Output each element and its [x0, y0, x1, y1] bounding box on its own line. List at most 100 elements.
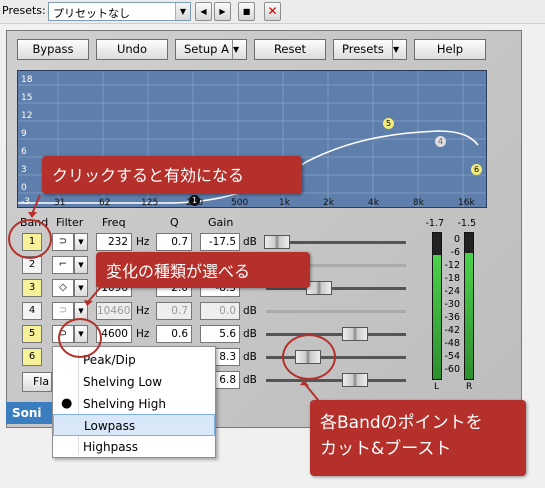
left-channel-label: L	[434, 382, 440, 392]
db-label: 9	[21, 129, 27, 139]
band-point-5[interactable]: 5	[383, 118, 394, 129]
q-field[interactable]: 0.7	[156, 233, 192, 251]
gain-slider-knob[interactable]	[342, 327, 368, 341]
meter-scale-label: -18	[444, 273, 460, 284]
delete-preset-button[interactable]: ✕	[264, 2, 281, 21]
reset-button[interactable]: Reset	[254, 39, 326, 60]
shelving-low-filter-icon: ⊃	[52, 302, 74, 320]
preset-value: プリセットなし	[53, 7, 130, 20]
close-icon: ✕	[267, 4, 278, 18]
flat-button-label: Fla	[33, 375, 50, 388]
presets-menu-button[interactable]: Presets ▼	[333, 39, 407, 60]
band-toggle-6[interactable]: 6	[22, 348, 42, 366]
q-field[interactable]: 0.7	[156, 302, 192, 320]
gain-field[interactable]: -17.5	[200, 233, 240, 251]
gain-slider-track[interactable]	[266, 310, 406, 313]
eq-plugin-window: Presets: プリセットなし ▼ ◀ ▶ ■ ✕ Bypass Undo S…	[0, 0, 545, 488]
presets-label: Presets:	[2, 4, 46, 17]
presets-menu-label: Presets	[342, 42, 384, 56]
band-toggle-3[interactable]: 3	[22, 279, 42, 297]
left-peak-readout: -1.7	[425, 218, 444, 229]
menu-item-label: Shelving Low	[83, 375, 163, 389]
db-label: -3	[21, 197, 30, 207]
menu-item-highpass[interactable]: Highpass	[53, 436, 215, 458]
freq-label: 125	[141, 198, 159, 208]
brand-strip: Soni	[6, 402, 56, 424]
menu-item-shelving-low[interactable]: Shelving Low	[53, 371, 215, 393]
chevron-down-icon[interactable]: ▼	[175, 3, 190, 20]
undo-button[interactable]: Undo	[96, 39, 168, 60]
chevron-down-icon: ▼	[232, 40, 246, 59]
gain-field[interactable]: 0.0	[200, 302, 240, 320]
menu-item-lowpass[interactable]: Lowpass	[53, 414, 215, 436]
setup-select[interactable]: Setup A ▼	[175, 39, 247, 60]
gain-slider-knob[interactable]	[264, 235, 290, 249]
next-preset-button[interactable]: ▶	[214, 2, 231, 21]
right-channel-label: R	[466, 382, 473, 392]
save-preset-button[interactable]: ■	[238, 2, 255, 21]
freq-field[interactable]: 10460	[96, 302, 132, 320]
freq-field[interactable]: 232	[96, 233, 132, 251]
brand-label: Soni	[12, 406, 42, 420]
menu-item-label: Lowpass	[84, 419, 136, 433]
callout-text: 各Bandのポイントを	[320, 413, 483, 433]
meter-scale-label: 0	[453, 234, 460, 245]
col-filter: Filter	[56, 216, 84, 229]
band-toggle-5[interactable]: 5	[22, 325, 42, 343]
right-level-meter	[464, 232, 474, 380]
meter-scale-label: -24	[444, 286, 460, 297]
freq-label: 16k	[458, 198, 475, 208]
prev-preset-button[interactable]: ◀	[195, 2, 212, 21]
band-point-1[interactable]: 1	[189, 195, 200, 206]
freq-label: 4k	[368, 198, 379, 208]
preset-select[interactable]: プリセットなし ▼	[48, 2, 191, 21]
col-gain: Gain	[208, 216, 234, 229]
freq-label: 500	[231, 198, 249, 208]
shelving-high-filter-icon: ⌐	[52, 256, 74, 274]
band-point-4[interactable]: 4	[435, 136, 446, 147]
hz-unit: Hz	[136, 305, 150, 317]
filter-type-menu: Peak/Dip Shelving Low ● Shelving High Lo…	[52, 346, 216, 458]
callout-text: カット&ブースト	[320, 439, 452, 459]
gain-field[interactable]: 5.6	[200, 325, 240, 343]
db-label: 6	[21, 147, 27, 157]
setup-value: Setup A	[184, 42, 229, 56]
db-unit: dB	[243, 351, 257, 363]
freq-label: 2k	[323, 198, 334, 208]
flat-button[interactable]: Fla	[22, 372, 52, 392]
menu-item-shelving-high[interactable]: ● Shelving High	[53, 393, 215, 415]
filter-dropdown-button[interactable]: ▼	[74, 233, 88, 251]
peak-dip-filter-icon: ◇	[52, 279, 74, 297]
q-field[interactable]: 0.6	[156, 325, 192, 343]
db-label: 12	[21, 111, 33, 121]
bypass-button[interactable]: Bypass	[17, 39, 89, 60]
db-unit: dB	[243, 236, 257, 248]
right-peak-readout: -1.5	[457, 218, 476, 229]
annotation-circle-band	[8, 219, 52, 259]
shelving-low-filter-icon: ⊃	[52, 233, 74, 251]
filter-dropdown-button[interactable]: ▼	[74, 256, 88, 274]
meter-scale-label: -48	[444, 338, 460, 349]
db-unit: dB	[243, 374, 257, 386]
gain-slider-track[interactable]	[266, 333, 406, 336]
help-button[interactable]: Help	[414, 39, 486, 60]
gain-slider-track[interactable]	[266, 379, 406, 382]
db-unit: dB	[243, 305, 257, 317]
db-label: 0	[21, 183, 27, 193]
freq-label: 31	[54, 198, 66, 208]
band-point-6[interactable]: 6	[471, 164, 482, 175]
meter-scale-label: -30	[444, 299, 460, 310]
callout-text: 変化の種類が選べる	[106, 262, 251, 281]
band-toggle-4[interactable]: 4	[22, 302, 42, 320]
meter-scale-label: -12	[444, 260, 460, 271]
hz-unit: Hz	[136, 236, 150, 248]
menu-item-label: Shelving High	[83, 397, 166, 411]
chevron-down-icon: ▼	[392, 40, 406, 59]
meter-scale-label: -60	[444, 364, 460, 375]
meter-scale-label: -6	[450, 247, 460, 258]
filter-dropdown-button[interactable]: ▼	[74, 279, 88, 297]
gain-slider-knob[interactable]	[342, 373, 368, 387]
callout-text: クリックすると有効になる	[52, 166, 245, 185]
meter-scale-label: -54	[444, 351, 460, 362]
freq-label: 8k	[413, 198, 424, 208]
